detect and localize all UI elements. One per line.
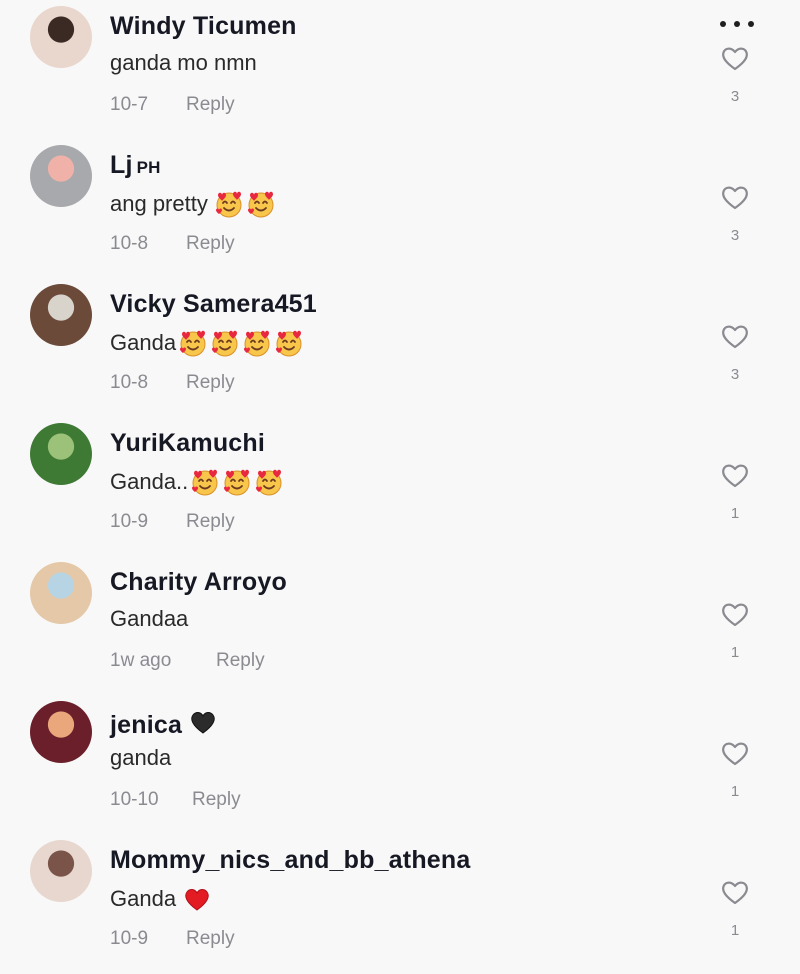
- smiling-face-with-hearts-icon: [192, 469, 218, 496]
- comment-text-content: ang pretty: [110, 191, 208, 216]
- comment-text: ang pretty: [110, 189, 276, 219]
- comment-text-content: Gandaa: [110, 606, 189, 631]
- username[interactable]: Vicky Samera451: [110, 290, 317, 319]
- username[interactable]: jenica: [110, 707, 218, 740]
- comment-item: Windy Ticumen ganda mo nmn 10-7 Reply 3: [0, 2, 800, 140]
- comment-text: ganda mo nmn: [110, 50, 257, 76]
- smiling-face-with-hearts-icon: [215, 191, 242, 218]
- avatar[interactable]: [30, 840, 92, 902]
- heart-outline-icon[interactable]: [720, 322, 750, 350]
- smiling-face-with-hearts-icon: [224, 469, 250, 496]
- avatar[interactable]: [30, 145, 92, 207]
- comment-item: jenica ganda 10-10 Reply 1: [0, 697, 800, 835]
- comment-text-content: ganda mo nmn: [110, 50, 257, 75]
- comment-item: YuriKamuchi Ganda.. 10-9 Reply 1: [0, 419, 800, 557]
- username-badge: PH: [136, 158, 161, 177]
- black-heart-icon: [191, 712, 215, 734]
- reply-button[interactable]: Reply: [186, 511, 235, 532]
- smiling-face-with-hearts-icon: [256, 469, 282, 496]
- like-count: 1: [730, 922, 740, 939]
- heart-outline-icon[interactable]: [720, 878, 750, 906]
- like-count: 1: [730, 783, 740, 800]
- heart-outline-icon[interactable]: [720, 461, 750, 489]
- like-count: 1: [730, 644, 740, 661]
- comment-date: 1w ago: [110, 650, 172, 671]
- comment-item: Lj PH ang pretty 10-8 Reply 3: [0, 141, 800, 279]
- comment-text-content: Ganda: [110, 886, 177, 911]
- reply-button[interactable]: Reply: [186, 928, 235, 949]
- smiling-face-with-hearts-icon: [244, 330, 270, 357]
- username-text: Lj: [110, 151, 133, 179]
- like-count: 1: [730, 505, 740, 522]
- avatar[interactable]: [30, 284, 92, 346]
- avatar[interactable]: [30, 423, 92, 485]
- username-text: Windy Ticumen: [110, 12, 297, 40]
- username-text: jenica: [110, 711, 183, 739]
- comment-meta: 10-9 Reply: [110, 511, 235, 533]
- comment-text: Ganda: [110, 328, 304, 358]
- comment-item: Mommy_nics_and_bb_athena Ganda 10-9 Reply 1: [0, 836, 800, 974]
- reply-button[interactable]: Reply: [216, 650, 265, 671]
- comment-item: Charity Arroyo Gandaa 1w ago Reply 1: [0, 558, 800, 696]
- username-text: YuriKamuchi: [110, 429, 266, 457]
- comment-text-content: Ganda..: [110, 469, 189, 494]
- comment-meta: 1w ago Reply: [110, 650, 265, 672]
- username[interactable]: YuriKamuchi: [110, 429, 265, 458]
- comment-meta: 10-7 Reply: [110, 94, 235, 116]
- comment-date: 10-8: [110, 233, 149, 254]
- avatar[interactable]: [30, 6, 92, 68]
- username[interactable]: Lj PH: [110, 151, 161, 180]
- username-text: Vicky Samera451: [110, 290, 317, 318]
- avatar[interactable]: [30, 562, 92, 624]
- reply-button[interactable]: Reply: [186, 94, 235, 115]
- avatar[interactable]: [30, 701, 92, 763]
- comment-item: Vicky Samera451 Ganda 10-8 Reply 3: [0, 280, 800, 418]
- comment-text: Ganda..: [110, 467, 284, 497]
- comment-meta: 10-10 Reply: [110, 789, 241, 811]
- smiling-face-with-hearts-icon: [180, 330, 206, 357]
- comment-date: 10-9: [110, 928, 149, 949]
- like-count: 3: [730, 227, 740, 244]
- username[interactable]: Charity Arroyo: [110, 568, 287, 597]
- heart-outline-icon[interactable]: [720, 739, 750, 767]
- comment-text-content: Ganda: [110, 330, 177, 355]
- username[interactable]: Mommy_nics_and_bb_athena: [110, 846, 470, 875]
- reply-button[interactable]: Reply: [186, 372, 235, 393]
- comment-text: Gandaa: [110, 606, 188, 632]
- red-heart-icon: [185, 889, 209, 911]
- comment-date: 10-10: [110, 789, 159, 810]
- heart-outline-icon[interactable]: [720, 600, 750, 628]
- smiling-face-with-hearts-icon: [276, 330, 302, 357]
- comment-text: Ganda: [110, 884, 212, 914]
- comment-meta: 10-8 Reply: [110, 233, 235, 255]
- comment-text: ganda: [110, 745, 171, 771]
- username[interactable]: Windy Ticumen: [110, 12, 297, 41]
- heart-outline-icon[interactable]: [720, 183, 750, 211]
- username-text: Charity Arroyo: [110, 568, 287, 596]
- reply-button[interactable]: Reply: [186, 233, 235, 254]
- like-count: 3: [730, 366, 740, 383]
- comment-text-content: ganda: [110, 745, 172, 770]
- username-text: Mommy_nics_and_bb_athena: [110, 846, 471, 874]
- like-count: 3: [730, 88, 740, 105]
- reply-button[interactable]: Reply: [192, 789, 241, 810]
- comment-date: 10-9: [110, 511, 149, 532]
- comment-date: 10-8: [110, 372, 149, 393]
- heart-outline-icon[interactable]: [720, 44, 750, 72]
- comment-meta: 10-9 Reply: [110, 928, 235, 950]
- comment-meta: 10-8 Reply: [110, 372, 235, 394]
- smiling-face-with-hearts-icon: [212, 330, 238, 357]
- smiling-face-with-hearts-icon: [247, 191, 274, 218]
- comment-date: 10-7: [110, 94, 149, 115]
